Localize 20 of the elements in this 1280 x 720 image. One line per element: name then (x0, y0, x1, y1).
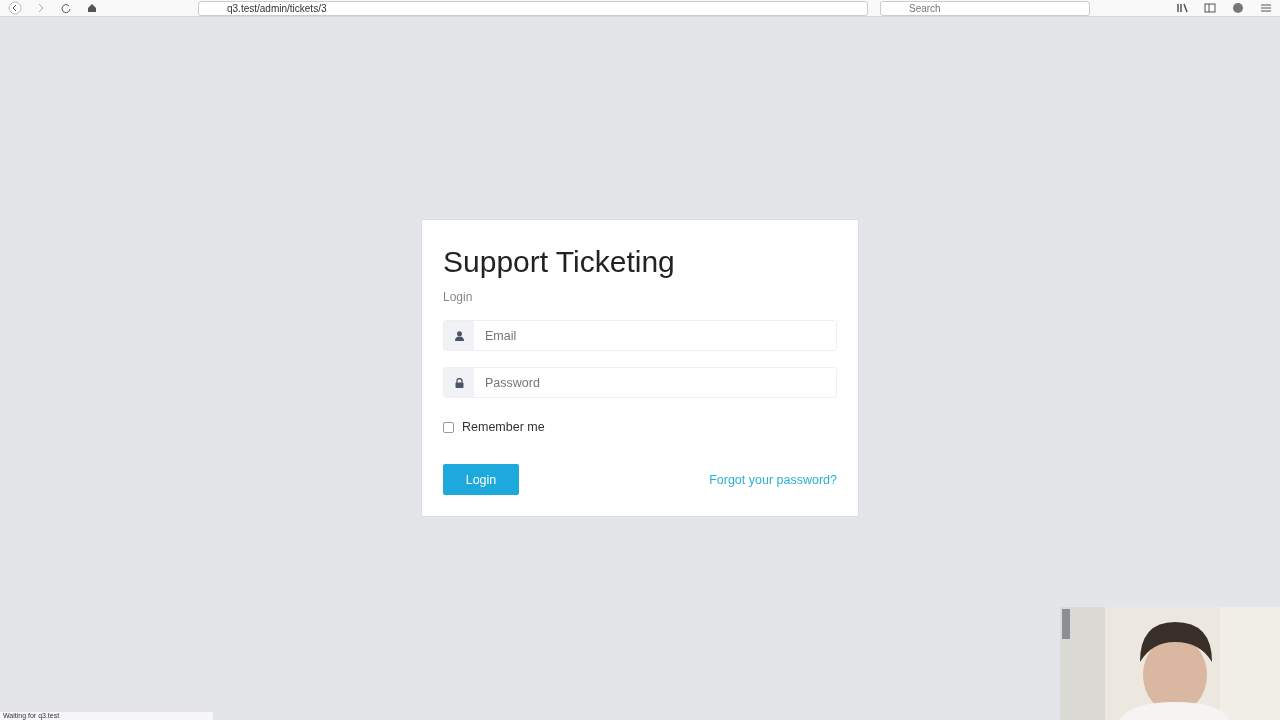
home-icon[interactable] (86, 2, 98, 14)
remember-label: Remember me (462, 420, 545, 434)
address-bar[interactable]: q3.test/admin/tickets/3 (198, 0, 868, 16)
forgot-password-link[interactable]: Forgot your password? (709, 472, 837, 487)
search-field[interactable]: Search (880, 0, 1090, 16)
library-icon[interactable] (1176, 2, 1188, 14)
card-title: Support Ticketing (443, 244, 676, 280)
remember-checkbox[interactable] (443, 421, 454, 433)
menu-icon[interactable] (1260, 2, 1272, 14)
sidebar-icon[interactable] (1204, 2, 1216, 14)
login-button[interactable]: Login (443, 464, 519, 495)
user-icon (454, 330, 464, 341)
extension-icon[interactable] (1232, 2, 1244, 14)
lock-icon (454, 377, 464, 388)
email-field[interactable]: Email (443, 320, 837, 351)
back-icon[interactable] (8, 1, 22, 15)
card-subtitle: Login (443, 290, 474, 304)
password-field[interactable]: Password (443, 367, 837, 398)
forward-icon[interactable] (36, 2, 46, 14)
reload-icon[interactable] (60, 2, 72, 14)
